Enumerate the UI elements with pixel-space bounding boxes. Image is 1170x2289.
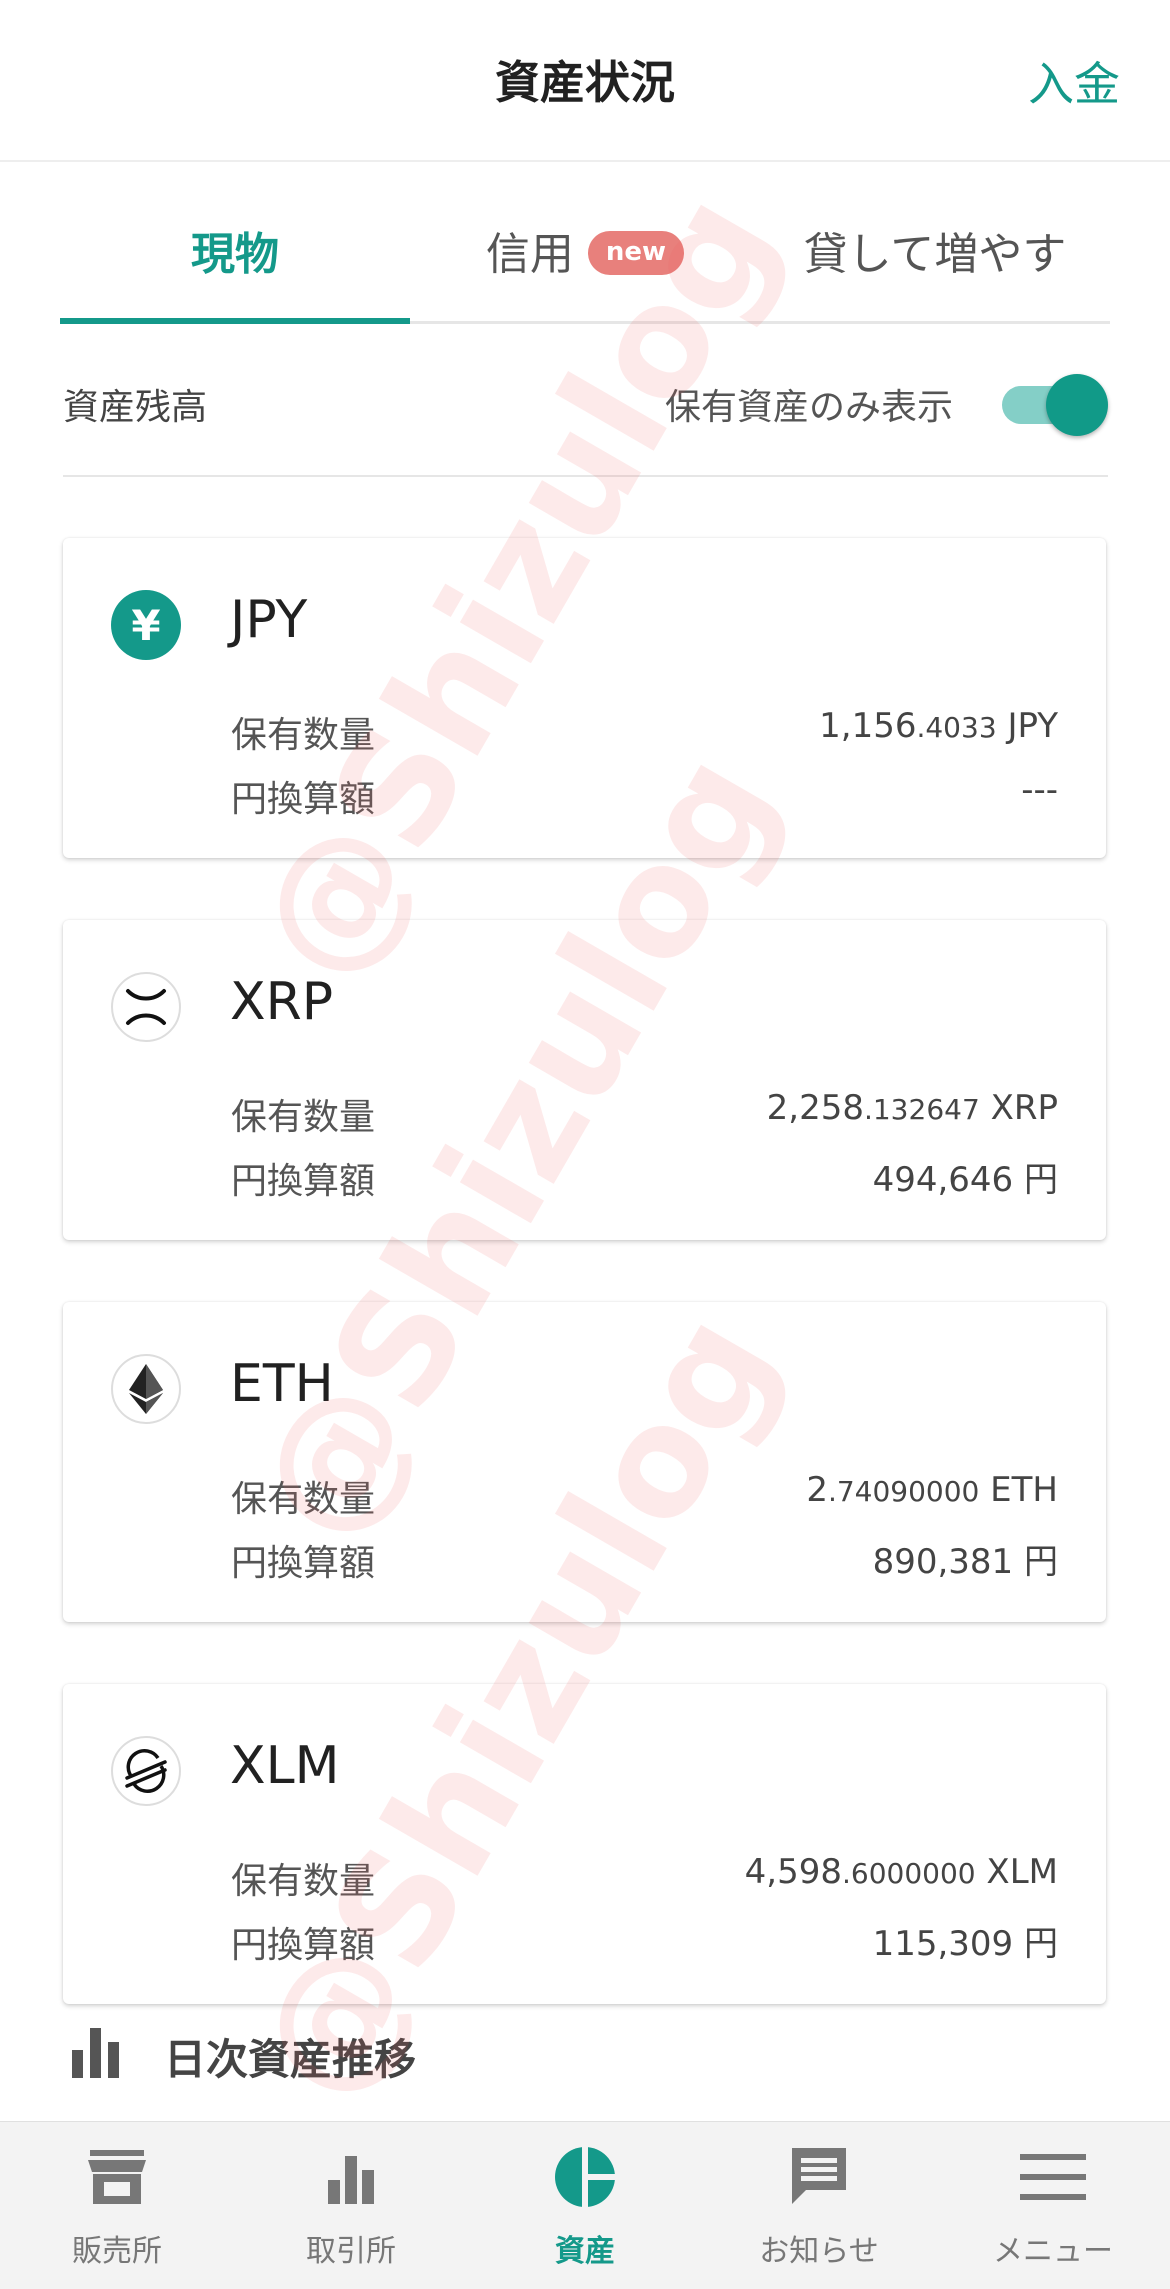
pie-chart-icon [555, 2147, 615, 2207]
tab-label: 貸して増やす [803, 229, 1067, 280]
asset-card-eth[interactable]: ETH 保有数量 2.74090000 ETH 円換算額 890,381 円 [63, 1302, 1106, 1622]
yen-value-label: 円換算額 [231, 1925, 376, 1966]
asset-symbol: JPY [230, 590, 308, 650]
divider [63, 475, 1108, 477]
tab-margin[interactable]: 信用 new [410, 218, 760, 288]
bar-chart-icon [328, 2156, 374, 2204]
quantity-label: 保有数量 [231, 715, 376, 756]
yen-value: 494,646 円 [872, 1160, 1058, 1200]
yen-value-label: 円換算額 [231, 1161, 376, 1202]
asset-card-jpy[interactable]: ¥ JPY 保有数量 1,156.4033 JPY 円換算額 --- [63, 538, 1106, 858]
nav-item-menu[interactable]: メニュー [936, 2122, 1170, 2289]
nav-item-exchange[interactable]: 取引所 [234, 2122, 468, 2289]
asset-status-screen: 資産状況 入金 現物 信用 new 貸して増やす 資産残高 保有資産のみ表示 ¥ … [0, 0, 1170, 2289]
quantity-value: 1,156.4033 JPY [819, 706, 1058, 746]
deposit-button[interactable]: 入金 [1028, 48, 1120, 114]
message-icon [792, 2148, 846, 2204]
nav-label: お知らせ [759, 2234, 879, 2269]
yen-icon: ¥ [111, 590, 181, 660]
quantity-value: 4,598.6000000 XLM [744, 1852, 1058, 1892]
quantity-label: 保有数量 [231, 1861, 376, 1902]
shop-icon [88, 2150, 146, 2204]
nav-item-news[interactable]: お知らせ [702, 2122, 936, 2289]
bar-chart-icon [72, 2028, 119, 2078]
quantity-label: 保有数量 [231, 1097, 376, 1138]
yen-value: 890,381 円 [872, 1542, 1058, 1582]
asset-tabs: 現物 信用 new 貸して増やす [60, 200, 1110, 324]
asset-symbol: XRP [230, 972, 334, 1032]
yen-value: --- [1021, 770, 1058, 810]
nav-item-shop[interactable]: 販売所 [0, 2122, 234, 2289]
yen-value: 115,309 円 [872, 1924, 1058, 1964]
asset-symbol: XLM [230, 1736, 340, 1796]
nav-label: メニュー [993, 2234, 1113, 2269]
eth-icon [111, 1354, 181, 1424]
tab-spot[interactable]: 現物 [60, 218, 410, 288]
xlm-icon [111, 1736, 181, 1806]
holdings-only-toggle[interactable] [998, 368, 1108, 436]
balance-row: 資産残高 保有資産のみ表示 [63, 360, 1108, 480]
quantity-value: 2,258.132647 XRP [766, 1088, 1058, 1128]
quantity-value: 2.74090000 ETH [806, 1470, 1058, 1510]
nav-label: 資産 [555, 2234, 615, 2269]
tab-lending[interactable]: 貸して増やす [760, 218, 1110, 288]
toggle-knob [1046, 374, 1108, 436]
app-header: 資産状況 入金 [0, 0, 1170, 162]
holdings-only-label: 保有資産のみ表示 [664, 387, 953, 428]
nav-label: 販売所 [72, 2234, 162, 2269]
new-badge: new [587, 231, 685, 275]
nav-label: 取引所 [306, 2234, 396, 2269]
asset-card-xrp[interactable]: XRP 保有数量 2,258.132647 XRP 円換算額 494,646 円 [63, 920, 1106, 1240]
page-title: 資産状況 [494, 56, 675, 109]
menu-icon [1020, 2154, 1086, 2200]
bottom-nav: 販売所 取引所 資産 お知らせ メニュー [0, 2121, 1170, 2289]
tab-label: 信用 [485, 229, 574, 280]
balance-label: 資産残高 [63, 387, 208, 428]
asset-symbol: ETH [230, 1354, 334, 1414]
section-title: 日次資産推移 [164, 2035, 417, 2084]
yen-value-label: 円換算額 [231, 779, 376, 820]
xrp-icon [111, 972, 181, 1042]
active-tab-indicator [60, 318, 410, 324]
asset-card-xlm[interactable]: XLM 保有数量 4,598.6000000 XLM 円換算額 115,309 … [63, 1684, 1106, 2004]
yen-value-label: 円換算額 [231, 1543, 376, 1584]
nav-item-assets[interactable]: 資産 [468, 2122, 702, 2289]
tab-label: 現物 [191, 229, 279, 280]
quantity-label: 保有数量 [231, 1479, 376, 1520]
